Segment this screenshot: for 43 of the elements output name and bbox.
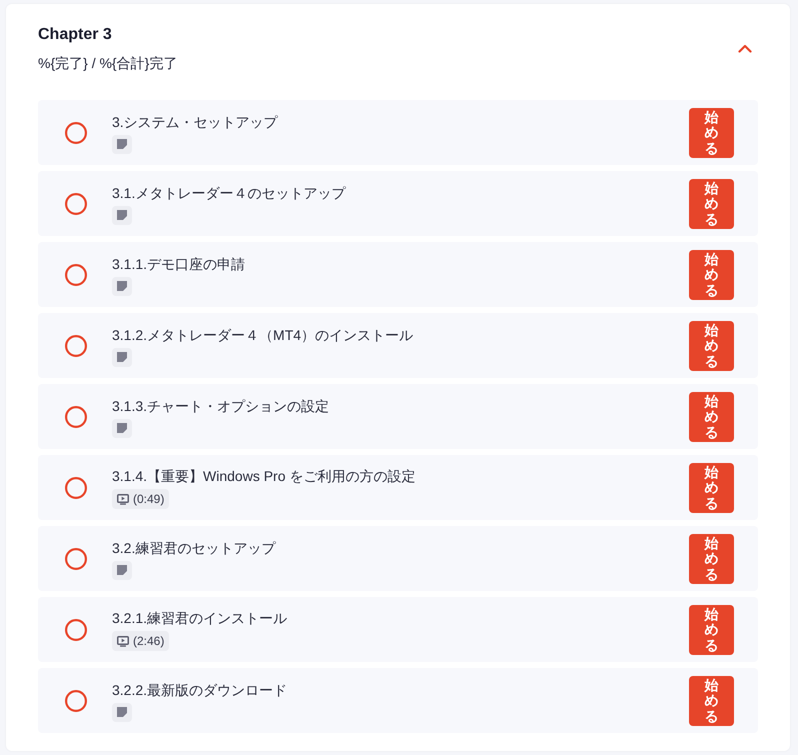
lesson-row[interactable]: 3.1.2.メタトレーダー４（MT4）のインストール 始める	[38, 313, 758, 378]
collapse-chevron-icon[interactable]	[738, 44, 752, 52]
duration-text: (0:49)	[133, 491, 164, 507]
lesson-row[interactable]: 3.1.3.チャート・オプションの設定 始める	[38, 384, 758, 449]
start-button[interactable]: 始める	[689, 321, 734, 371]
lesson-title: 3.1.3.チャート・オプションの設定	[112, 396, 330, 416]
lesson-title: 3.1.1.デモ口座の申請	[112, 254, 246, 274]
video-icon	[117, 636, 129, 646]
start-button[interactable]: 始める	[689, 534, 734, 584]
lesson-title: 3.2.2.最新版のダウンロード	[112, 680, 288, 700]
incomplete-circle-icon[interactable]	[65, 192, 87, 214]
lesson-row[interactable]: 3.1.1.デモ口座の申請 始める	[38, 242, 758, 307]
start-button[interactable]: 始める	[689, 179, 734, 229]
incomplete-circle-icon[interactable]	[65, 122, 87, 144]
lesson-title: 3.システム・セットアップ	[112, 112, 278, 132]
lesson-row[interactable]: 3.2.1.練習君のインストール (2:46) 始める	[38, 597, 758, 662]
start-button[interactable]: 始める	[689, 463, 734, 513]
chapter-title: Chapter 3	[38, 25, 113, 45]
incomplete-circle-icon[interactable]	[65, 618, 87, 640]
start-button[interactable]: 始める	[689, 250, 734, 300]
lesson-title: 3.1.メタトレーダー４のセットアップ	[112, 184, 346, 202]
incomplete-circle-icon[interactable]	[65, 334, 87, 356]
lesson-title: 3.2.練習君のセットアップ	[112, 538, 276, 558]
incomplete-circle-icon[interactable]	[65, 476, 87, 498]
lesson-row[interactable]: 3.2.練習君のセットアップ 始める	[38, 526, 758, 591]
lesson-row[interactable]: 3.2.2.最新版のダウンロード 始める	[38, 668, 758, 733]
lesson-title: 3.1.4.【重要】Windows Pro をご利用の方の設定	[112, 467, 416, 486]
incomplete-circle-icon[interactable]	[65, 548, 87, 570]
lesson-title: 3.2.1.練習君のインストール	[112, 609, 288, 628]
lesson-row[interactable]: 3.システム・セットアップ 始める	[38, 100, 758, 165]
incomplete-circle-icon[interactable]	[65, 690, 87, 712]
lesson-title: 3.1.2.メタトレーダー４（MT4）のインストール	[112, 326, 414, 344]
incomplete-circle-icon[interactable]	[65, 406, 87, 428]
start-button[interactable]: 始める	[689, 605, 734, 655]
incomplete-circle-icon[interactable]	[65, 264, 87, 286]
duration-text: (2:46)	[133, 633, 164, 649]
start-button[interactable]: 始める	[689, 676, 734, 726]
progress-text: %{完了} / %{合計}完了	[38, 54, 178, 73]
start-button[interactable]: 始める	[689, 108, 734, 158]
video-icon	[117, 494, 129, 504]
lesson-row[interactable]: 3.1.4.【重要】Windows Pro をご利用の方の設定 (0:49) 始める	[38, 455, 758, 520]
start-button[interactable]: 始める	[689, 392, 734, 442]
lesson-row[interactable]: 3.1.メタトレーダー４のセットアップ 始める	[38, 171, 758, 236]
